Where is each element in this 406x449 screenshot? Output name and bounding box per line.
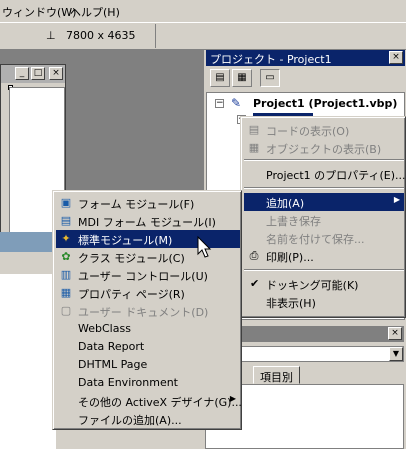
menu-item-mdi-form-module[interactable]: ▤ MDI フォーム モジュール(I) xyxy=(56,212,240,230)
toggle-folders-icon[interactable]: ▭ xyxy=(260,69,280,87)
checkmark-icon: ✔ xyxy=(250,277,260,290)
form-window-titlebar[interactable]: _ □ × xyxy=(1,65,65,83)
menu-item-project-properties[interactable]: Project1 のプロパティ(E)... xyxy=(244,165,406,183)
menu-item-data-report[interactable]: Data Report xyxy=(56,338,240,356)
submenu-arrow-icon: ▶ xyxy=(229,394,236,403)
dropdown-arrow-icon[interactable]: ▼ xyxy=(389,347,403,361)
collapse-icon[interactable]: − xyxy=(215,99,224,108)
view-object-icon[interactable]: ▦ xyxy=(232,69,252,87)
view-code-icon[interactable]: ▤ xyxy=(210,69,230,87)
menu-item-save[interactable]: 上書き保存 xyxy=(244,211,404,229)
menubar: ウィンドウ(W) ヘルプ(H) xyxy=(0,0,406,22)
menu-item-user-document[interactable]: ▢ ユーザー ドキュメント(D) xyxy=(56,302,240,320)
user-document-icon: ▢ xyxy=(60,304,72,317)
menu-item-dhtml-page[interactable]: DHTML Page xyxy=(56,356,240,374)
size-icon: ⊥ xyxy=(46,29,56,42)
minimize-icon[interactable]: _ xyxy=(15,67,29,80)
menu-item-data-environment[interactable]: Data Environment xyxy=(56,374,240,392)
close-icon[interactable]: × xyxy=(388,327,402,340)
menu-separator xyxy=(244,269,404,271)
mouse-cursor-icon xyxy=(197,236,212,258)
user-control-icon: ▥ xyxy=(60,268,72,281)
menu-item-user-control[interactable]: ▥ ユーザー コントロール(U) xyxy=(56,266,240,284)
project-explorer-title: プロジェクト - Project1 xyxy=(210,53,332,66)
menu-item-add[interactable]: 追加(A) ▶ xyxy=(244,193,404,211)
project-explorer-toolbar: ▤ ▦ ▭ xyxy=(206,68,405,88)
menu-item-print[interactable]: ⎙ 印刷(P)... xyxy=(244,247,404,265)
view-object-icon: ▦ xyxy=(248,141,260,154)
tab-categorized[interactable]: 項目別 xyxy=(253,366,300,384)
close-icon[interactable]: × xyxy=(389,51,403,64)
menu-item-hide[interactable]: 非表示(H) xyxy=(244,293,404,311)
menu-separator xyxy=(244,187,404,189)
printer-icon: ⎙ xyxy=(249,249,259,262)
menu-item-add-file[interactable]: ファイルの追加(A)... xyxy=(56,410,240,428)
menu-item-dockable[interactable]: ✔ ドッキング可能(K) xyxy=(244,275,404,293)
form-size-readout: 7800 x 4635 xyxy=(66,29,136,42)
menu-item-view-object[interactable]: ▦ オブジェクトの表示(B) xyxy=(244,139,404,157)
menu-item-webclass[interactable]: WebClass xyxy=(56,320,240,338)
tree-root-project[interactable]: Project1 (Project1.vbp) xyxy=(253,97,397,110)
class-module-icon: ✿ xyxy=(61,250,71,263)
project-explorer-titlebar[interactable]: プロジェクト - Project1 × xyxy=(206,50,405,66)
add-submenu: ▣ フォーム モジュール(F) ▤ MDI フォーム モジュール(I) ✦ 標準… xyxy=(52,190,242,430)
view-code-icon: ▤ xyxy=(248,123,260,136)
menu-separator xyxy=(244,159,404,161)
module-icon: ✦ xyxy=(61,232,71,245)
close-icon[interactable]: × xyxy=(49,67,63,80)
menu-item-form-module[interactable]: ▣ フォーム モジュール(F) xyxy=(56,194,240,212)
menu-help[interactable]: ヘルプ(H) xyxy=(70,4,120,20)
toolbar: ⊥ 7800 x 4635 xyxy=(0,22,406,50)
project-icon: ✎ xyxy=(231,96,242,110)
form-icon: ▣ xyxy=(60,196,72,209)
project-context-menu: ▤ コードの表示(O) ▦ オブジェクトの表示(B) Project1 のプロパ… xyxy=(240,116,406,318)
left-selected-strip xyxy=(0,232,56,252)
menu-item-other-activex-designers[interactable]: その他の ActiveX デザイナ(G)... ▶ xyxy=(56,392,242,410)
menu-window[interactable]: ウィンドウ(W) xyxy=(2,4,76,20)
maximize-icon[interactable]: □ xyxy=(31,67,45,80)
menu-item-view-code[interactable]: ▤ コードの表示(O) xyxy=(244,121,404,139)
menu-item-property-page[interactable]: ▦ プロパティ ページ(R) xyxy=(56,284,240,302)
mdi-form-icon: ▤ xyxy=(60,214,72,227)
form-size-indicator: ⊥ 7800 x 4635 xyxy=(0,24,156,48)
submenu-arrow-icon: ▶ xyxy=(393,195,400,204)
code-area xyxy=(0,274,56,449)
property-page-icon: ▦ xyxy=(60,286,72,299)
menu-item-save-as[interactable]: 名前を付けて保存... xyxy=(244,229,404,247)
